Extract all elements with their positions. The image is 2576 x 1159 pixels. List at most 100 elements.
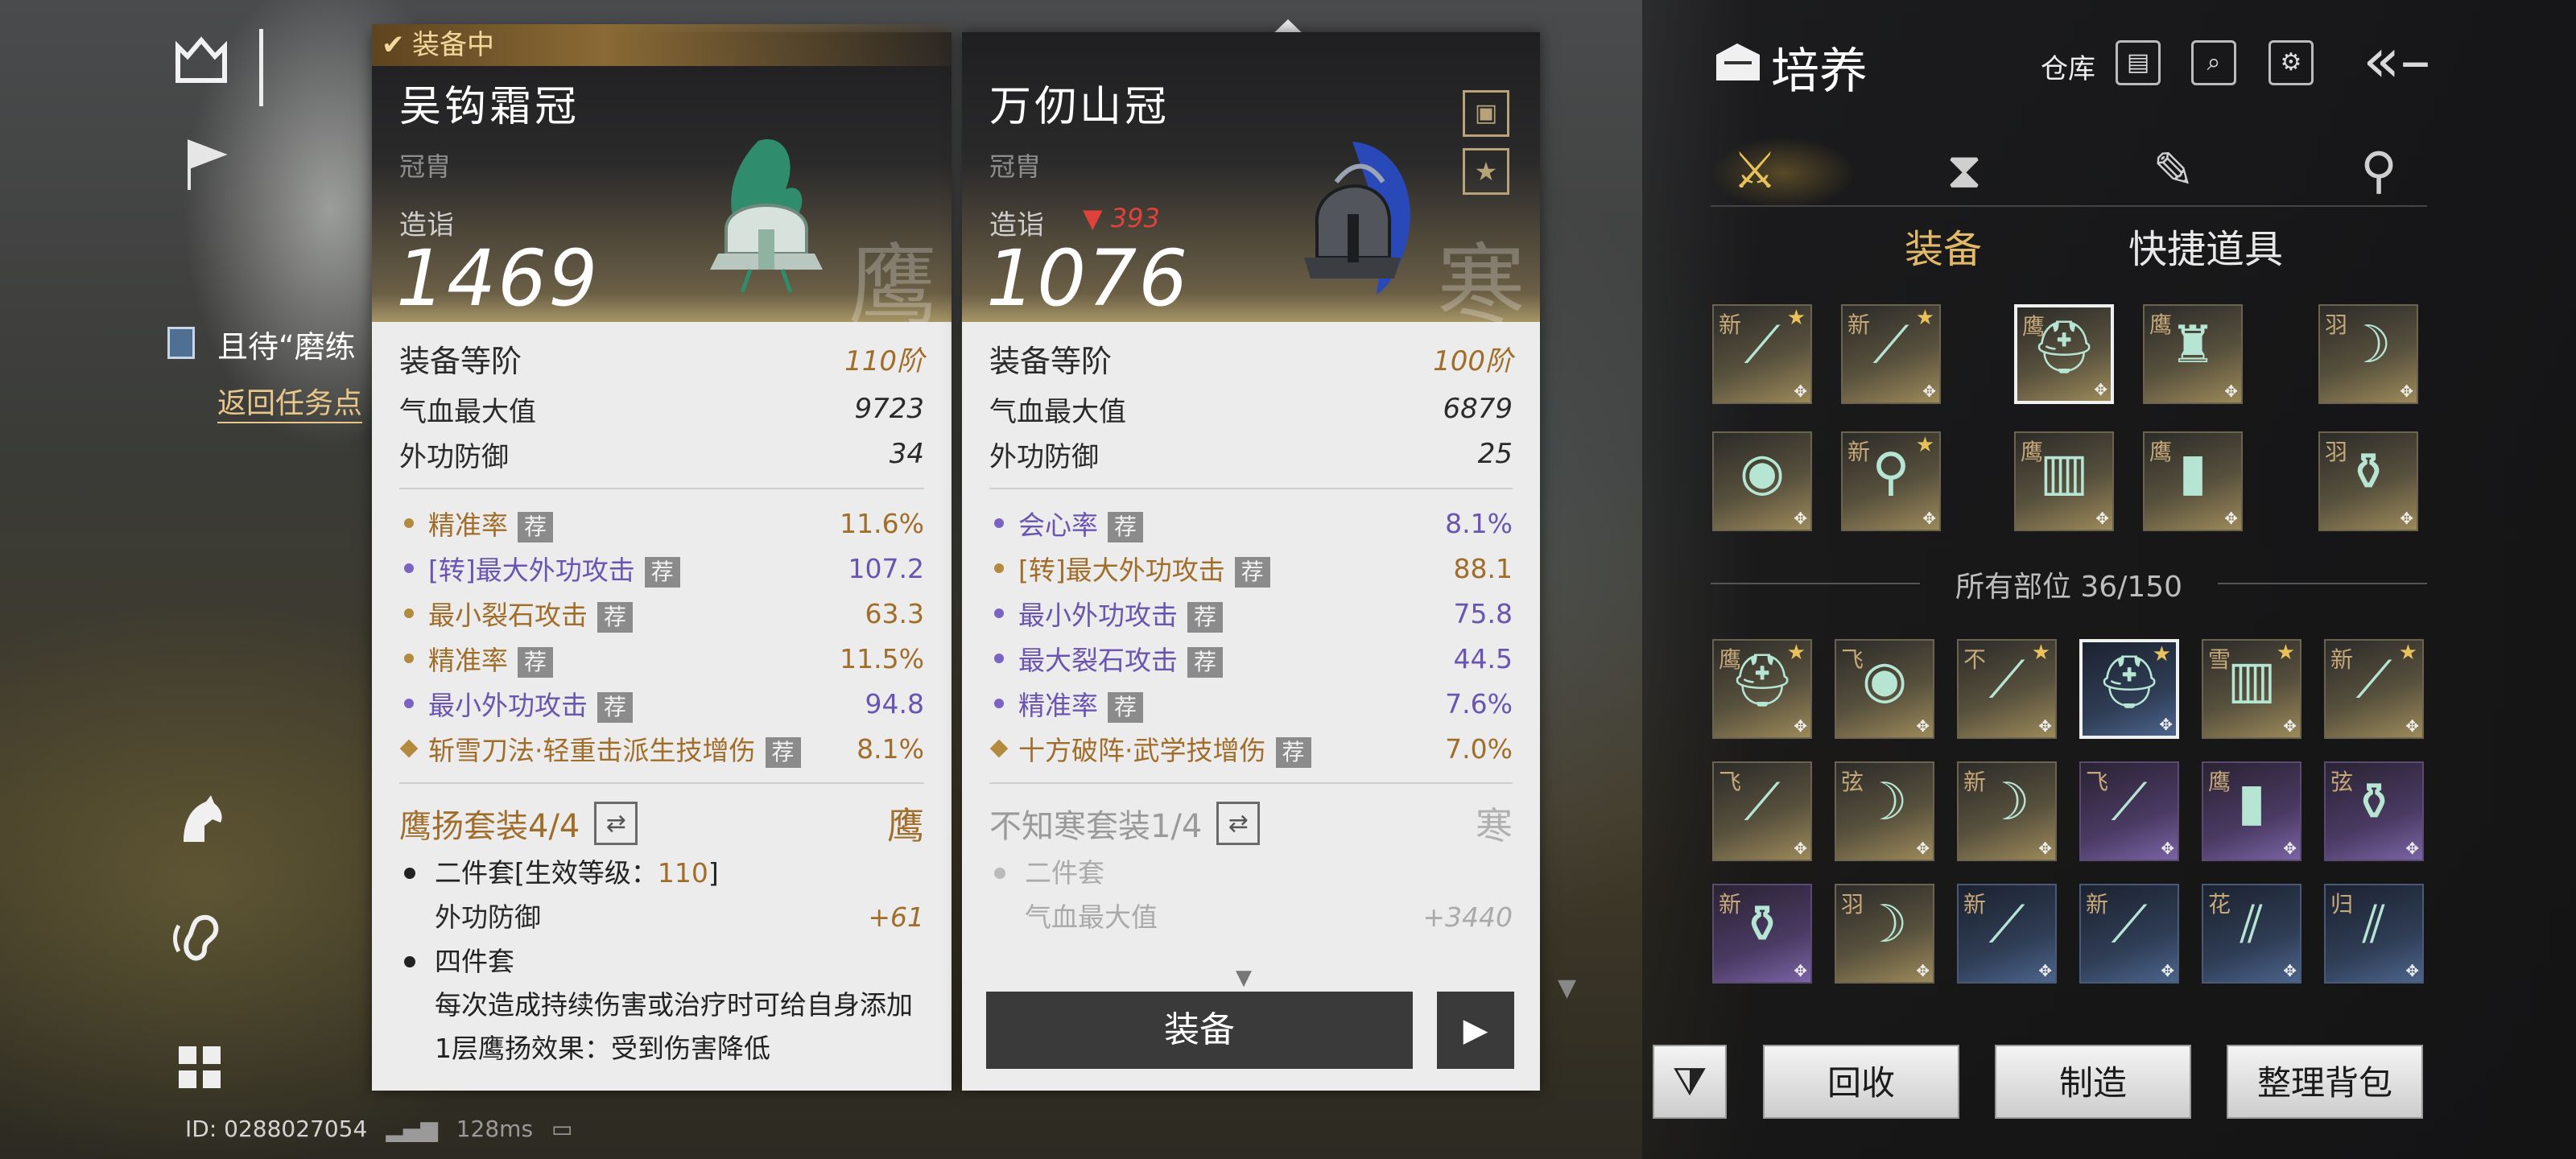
- flag-icon[interactable]: [181, 137, 229, 193]
- inventory-slot-sword[interactable]: 新 ⟋ ✥: [1957, 884, 2057, 984]
- inventory-slot-bow[interactable]: 新 ☽ ✥: [1957, 761, 2057, 861]
- bind-mark-icon: ✥: [2159, 715, 2173, 734]
- equipped-slot-gauntlet[interactable]: 鹰 ▥ ✥: [2014, 431, 2114, 531]
- inventory-slot-dual[interactable]: 归 ⫽ ✥: [2324, 884, 2424, 984]
- divider: [399, 782, 924, 784]
- gauntlet-icon: ▥: [2227, 650, 2277, 710]
- inventory-slot-vase[interactable]: 新 ⚱ ✥: [1712, 884, 1812, 984]
- equipped-slot-bow[interactable]: 羽 ☽ ✥: [2318, 304, 2418, 404]
- inventory-slot-dual[interactable]: 花 ⫽ ✥: [2202, 884, 2301, 984]
- inventory-slot-helmet[interactable]: ★ ⛑ ✥: [2079, 639, 2179, 739]
- inventory-slot-spear[interactable]: 不 ★ ⟋ ✥: [1957, 639, 2057, 739]
- scroll-down-icon[interactable]: ▼: [1558, 974, 1576, 1002]
- sub-stat-row: 精准率荐 11.6%: [399, 501, 924, 546]
- craft-button[interactable]: 制造: [1995, 1045, 2191, 1119]
- inventory-slot-spear[interactable]: 飞 ⟋ ✥: [1712, 761, 1812, 861]
- equipped-slot-spear[interactable]: 新 ★ ⟋ ✥: [1841, 304, 1941, 404]
- grid-menu-icon[interactable]: [175, 1043, 224, 1091]
- lock-icon[interactable]: ▣: [1463, 90, 1509, 137]
- warehouse-icon[interactable]: ▤: [2116, 40, 2161, 85]
- set-header: 不知寒套装1/4 ⇄ 寒: [989, 795, 1513, 852]
- recommend-tag: 荐: [518, 647, 554, 678]
- inventory-slot-jade[interactable]: 飞 ◉ ✥: [1835, 639, 1934, 739]
- next-arrow-button[interactable]: ▶: [1437, 992, 1514, 1069]
- equipped-slot-vase[interactable]: 羽 ⚱ ✥: [2318, 431, 2418, 531]
- bind-mark-icon: ✥: [2095, 509, 2109, 528]
- filter-icon[interactable]: ⧩: [1653, 1045, 1727, 1119]
- inventory-slot-bow[interactable]: 羽 ☽ ✥: [1835, 884, 1934, 984]
- scroll-down-icon[interactable]: ▼: [1236, 966, 1252, 990]
- bind-mark-icon: ✥: [1794, 961, 1807, 980]
- equipped-slot-pendant[interactable]: 新 ★ ⚲ ✥: [1841, 431, 1941, 531]
- bind-mark-icon: ✥: [2283, 716, 2297, 736]
- equipped-slot-jade[interactable]: ◉ ✥: [1712, 431, 1812, 531]
- base-stat-row: 外功防御 34: [399, 438, 924, 473]
- set-seal: 鹰: [887, 804, 924, 848]
- boots-icon: ▮: [2178, 443, 2207, 502]
- bind-mark-icon: ✥: [1916, 839, 1930, 858]
- bow-icon: ☽: [1861, 773, 1908, 832]
- sort-bag-button[interactable]: 整理背包: [2227, 1045, 2423, 1119]
- subtab-equipment[interactable]: 装备: [1905, 217, 1982, 274]
- ear-listen-icon[interactable]: [169, 908, 230, 969]
- scroll-icon[interactable]: ✎: [2141, 138, 2206, 203]
- equipped-slot-boots[interactable]: 鹰 ▮ ✥: [2143, 431, 2243, 531]
- recommend-tag: 荐: [1108, 692, 1144, 723]
- helmet-icon: ⛑: [1729, 651, 1795, 711]
- jade-icon: ◉: [1862, 650, 1907, 710]
- back-arrow-icon[interactable]: «–: [2363, 24, 2431, 96]
- recommend-tag: 荐: [597, 692, 634, 723]
- gear-icon[interactable]: ⚙: [2268, 40, 2314, 85]
- gauntlet-icon: ▥: [2039, 443, 2089, 502]
- swap-icon[interactable]: ⇄: [1216, 802, 1261, 845]
- pouch-icon[interactable]: ⧗: [1932, 138, 1996, 203]
- vase-icon: ⚱: [2347, 443, 2390, 502]
- set-bonus-2: 二件套[生效等级：110]: [399, 852, 924, 895]
- subtab-quick-items[interactable]: 快捷道具: [2128, 217, 2283, 274]
- pendant-icon: ⚲: [1872, 443, 1910, 502]
- bind-mark-icon: ✥: [2283, 839, 2297, 858]
- item-name: 吴钩霜冠: [399, 83, 580, 131]
- recycle-button[interactable]: 回收: [1763, 1045, 1959, 1119]
- sub-stat-row: 十方破阵·武学技增伤荐 7.0%: [989, 726, 1513, 771]
- bow-icon: ☽: [1984, 773, 2030, 832]
- bind-mark-icon: ✥: [2161, 839, 2174, 858]
- favorite-star-icon[interactable]: ★: [1463, 148, 1509, 195]
- token-icon[interactable]: ⚲: [2347, 138, 2411, 203]
- inventory-slot-bow[interactable]: 弦 ☽ ✥: [1835, 761, 1934, 861]
- equipped-slot-sword[interactable]: 新 ★ ⟋ ✥: [1712, 304, 1812, 404]
- equipped-slot-armor[interactable]: 鹰 ♜ ✥: [2143, 304, 2243, 404]
- warehouse-label: 仓库: [2041, 53, 2095, 85]
- swap-icon[interactable]: ⇄: [594, 802, 638, 845]
- bind-mark-icon: ✥: [2161, 961, 2174, 980]
- bind-mark-icon: ✥: [1794, 716, 1807, 736]
- inventory-slot-spear[interactable]: 飞 ⟋ ✥: [2079, 761, 2179, 861]
- quest-title[interactable]: 且待“磨练: [217, 322, 356, 366]
- equip-button[interactable]: 装备: [986, 992, 1413, 1069]
- quest-return-link[interactable]: 返回任务点: [217, 380, 363, 423]
- bind-mark-icon: ✥: [1794, 839, 1807, 858]
- inventory-slot-spear[interactable]: 新 ★ ⟋ ✥: [2324, 639, 2424, 739]
- inventory-slot-helmet[interactable]: 鹰 ★ ⛑ ✥: [1712, 639, 1812, 739]
- tier-value: 110阶: [844, 344, 924, 377]
- map-icon[interactable]: [173, 32, 229, 89]
- bind-mark-icon: ✥: [1922, 509, 1936, 528]
- equipped-slot-helmet[interactable]: 鹰 ⛑ ✥: [2014, 304, 2114, 404]
- bind-mark-icon: ✥: [1922, 382, 1936, 401]
- inventory-slot-boots[interactable]: 鹰 ▮ ✥: [2202, 761, 2301, 861]
- search-icon[interactable]: ⌕: [2191, 40, 2236, 85]
- set-bonus-2-stat: 外功防御 +61: [435, 901, 924, 933]
- jade-icon: ◉: [1740, 443, 1785, 502]
- inventory-slot-sword[interactable]: 新 ⟋ ✥: [2079, 884, 2179, 984]
- battery-icon: ▭: [551, 1116, 573, 1142]
- horse-icon[interactable]: [169, 790, 230, 852]
- divider: [989, 488, 1513, 489]
- inventory-slot-vase[interactable]: 弦 ⚱ ✥: [2324, 761, 2424, 861]
- card-body: 装备等阶 110阶 气血最大值 9723 外功防御 34 精准率荐 11.6% [转]…: [372, 322, 952, 1091]
- tier-row: 装备等阶 100阶: [989, 330, 1513, 386]
- bind-mark-icon: ✥: [1916, 716, 1930, 736]
- inventory-slot-gauntlet[interactable]: 雪 ★ ▥ ✥: [2202, 639, 2301, 739]
- set-bonus-2-stat: 气血最大值 +3440: [1025, 901, 1513, 933]
- bind-mark-icon: ✥: [2405, 839, 2419, 858]
- crossed-swords-icon[interactable]: ⚔: [1723, 138, 1787, 203]
